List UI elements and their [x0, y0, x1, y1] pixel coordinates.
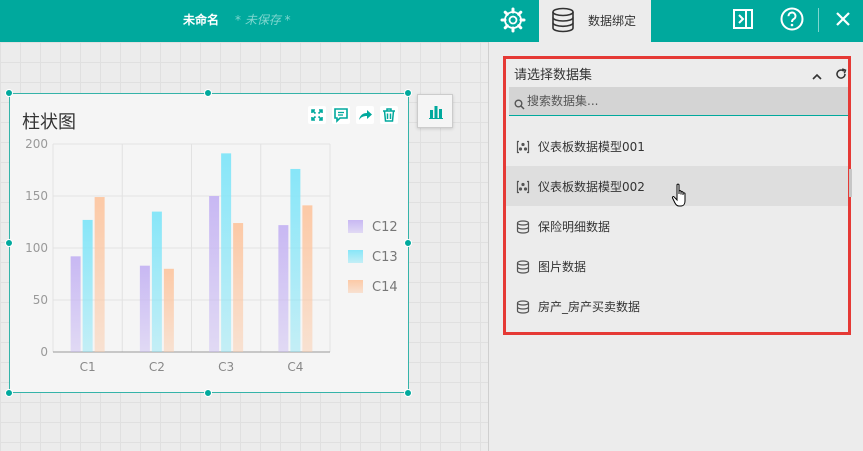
resize-handle-right[interactable]: [404, 239, 412, 247]
resize-handle-bottom[interactable]: [204, 389, 212, 397]
legend-swatch: [348, 220, 363, 233]
dataset-search-box: [509, 87, 848, 116]
bar-c14-c3: [233, 223, 244, 352]
y-tick-label: 150: [25, 189, 48, 203]
toggle-panel-icon[interactable]: [731, 7, 755, 31]
bar-c12-c2: [139, 265, 150, 352]
dataset-item[interactable]: 房产_房产买卖数据: [506, 286, 848, 326]
y-tick-label: 0: [40, 345, 48, 359]
bar-c12-c4: [278, 225, 289, 352]
database-icon: [551, 7, 575, 33]
dataset-search-input[interactable]: [527, 91, 837, 111]
chevron-up-icon[interactable]: [811, 67, 823, 80]
legend-label: C12: [372, 220, 398, 235]
x-tick-label: C1: [80, 360, 96, 374]
resize-handle-top[interactable]: [204, 89, 212, 97]
y-tick-label: 200: [25, 137, 48, 151]
close-icon[interactable]: [834, 10, 852, 28]
model-icon: [516, 179, 530, 194]
tab-data-binding-label: 数据绑定: [588, 14, 637, 28]
bar-c13-c4: [290, 168, 301, 352]
bar-c14-c1: [94, 197, 105, 352]
bar-c12-c3: [209, 196, 220, 352]
bar-c14-c2: [163, 268, 174, 352]
bar-c13-c2: [151, 211, 162, 352]
database-icon: [516, 219, 530, 234]
legend-swatch: [348, 280, 363, 293]
top-toolbar: 未命名 * 未保存 * 数据绑定: [0, 0, 863, 42]
bar-c13-c1: [82, 219, 93, 352]
header-divider: [818, 8, 819, 32]
bar-c14-c4: [302, 205, 313, 352]
database-icon: [516, 259, 530, 274]
chart-type-button[interactable]: [417, 94, 453, 128]
bar-chart-icon: [428, 104, 444, 124]
unsaved-status: * 未保存 *: [235, 13, 291, 27]
dataset-item-label: 房产_房产买卖数据: [538, 300, 641, 314]
tab-data-binding[interactable]: 数据绑定: [539, 0, 651, 42]
refresh-icon[interactable]: [835, 65, 847, 79]
settings-gear-icon[interactable]: [498, 5, 528, 35]
resize-handle-bottom-right[interactable]: [404, 389, 412, 397]
y-tick-label: 100: [25, 241, 48, 255]
dataset-item-label: 仪表板数据模型001: [538, 140, 645, 154]
list-scrollbar[interactable]: [849, 169, 852, 197]
dataset-list: 仪表板数据模型001 仪表板数据模型002 保险明细数据 图片数据 房产_房产买…: [506, 126, 848, 326]
dataset-item-label: 图片数据: [538, 260, 587, 274]
resize-handle-bottom-left[interactable]: [5, 389, 13, 397]
dataset-item-label: 仪表板数据模型002: [538, 180, 645, 194]
bar-c13-c3: [221, 153, 232, 352]
hand-cursor-icon: [671, 183, 691, 211]
bar-chart-widget[interactable]: 柱状图 0 50 100 150 200 C1 C2 C3 C4 C12 C13…: [9, 93, 409, 393]
bar-chart: 0 50 100 150 200 C1 C2 C3 C4 C12 C13 C14: [25, 137, 398, 374]
dataset-item[interactable]: 仪表板数据模型001: [506, 126, 848, 166]
legend-label: C13: [372, 250, 398, 265]
dataset-item[interactable]: 图片数据: [506, 246, 848, 286]
dataset-selector-title: 请选择数据集: [514, 68, 593, 83]
legend-label: C14: [372, 280, 398, 295]
document-title: 未命名: [183, 13, 220, 27]
resize-handle-top-right[interactable]: [404, 89, 412, 97]
y-tick-label: 50: [33, 293, 48, 307]
search-icon: [514, 95, 525, 110]
bar-c12-c1: [70, 256, 81, 352]
dataset-item-label: 保险明细数据: [538, 220, 611, 234]
x-tick-label: C2: [149, 360, 165, 374]
resize-handle-top-left[interactable]: [5, 89, 13, 97]
resize-handle-left[interactable]: [5, 239, 13, 247]
database-icon: [516, 299, 530, 314]
x-tick-label: C4: [287, 360, 303, 374]
help-icon[interactable]: [779, 6, 805, 32]
model-icon: [516, 139, 530, 154]
dataset-item[interactable]: 保险明细数据: [506, 206, 848, 246]
x-tick-label: C3: [218, 360, 234, 374]
legend-swatch: [348, 250, 363, 263]
